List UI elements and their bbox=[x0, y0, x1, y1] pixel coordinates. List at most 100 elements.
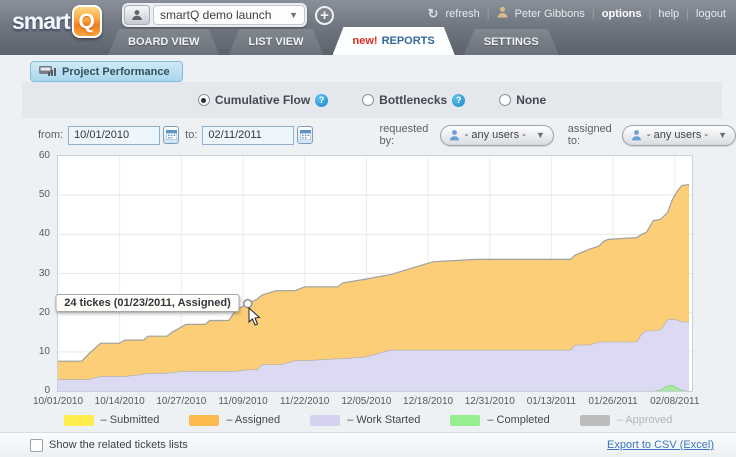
y-axis-label: 30 bbox=[0, 268, 50, 279]
mode-none[interactable]: None bbox=[499, 93, 546, 107]
tab-bar: BOARD VIEW LIST VIEW new!REPORTS SETTINGS bbox=[108, 27, 559, 55]
legend-item: – Submitted bbox=[64, 414, 160, 426]
y-axis-label: 40 bbox=[0, 228, 50, 239]
x-axis-label: 01/26/2011 bbox=[588, 396, 637, 407]
project-selector[interactable]: smartQ demo launch ▼ bbox=[122, 3, 307, 27]
related-tickets-checkbox[interactable] bbox=[30, 439, 43, 452]
refresh-link[interactable]: refresh bbox=[445, 8, 479, 20]
requested-by-label: requested by: bbox=[379, 123, 434, 147]
tab-reports[interactable]: new!REPORTS bbox=[333, 27, 455, 55]
radio-button[interactable] bbox=[499, 94, 511, 106]
logo-text: smart bbox=[12, 8, 70, 35]
help-link[interactable]: help bbox=[658, 8, 679, 20]
user-name-link[interactable]: Peter Gibbons bbox=[515, 8, 585, 20]
tab-label: BOARD VIEW bbox=[128, 36, 200, 48]
project-performance-label: Project Performance bbox=[62, 66, 170, 78]
report-icon bbox=[39, 64, 56, 80]
requested-by-dropdown[interactable]: - any users - ▼ bbox=[440, 125, 554, 146]
divider: | bbox=[649, 8, 652, 20]
chevron-down-icon: ▼ bbox=[536, 130, 545, 140]
assigned-to-value: - any users - bbox=[647, 129, 708, 141]
requested-by-value: - any users - bbox=[465, 129, 526, 141]
y-axis-label: 0 bbox=[0, 385, 50, 396]
legend-item: – Work Started bbox=[310, 414, 420, 426]
hover-point-marker bbox=[244, 300, 252, 308]
legend-label: – Assigned bbox=[226, 414, 280, 426]
x-axis-label: 10/27/2010 bbox=[156, 396, 206, 407]
y-axis-label: 50 bbox=[0, 189, 50, 200]
legend-item: – Completed bbox=[450, 414, 549, 426]
x-axis-label: 12/05/2010 bbox=[341, 396, 391, 407]
report-mode-band: Cumulative Flow?Bottlenecks?None bbox=[22, 82, 722, 118]
project-performance-button[interactable]: Project Performance bbox=[30, 61, 183, 82]
x-axis-label: 10/14/2010 bbox=[95, 396, 145, 407]
smartq-app: smart Q smartQ demo launch ▼ + ↻ refresh… bbox=[0, 0, 736, 457]
x-axis-label: 11/09/2010 bbox=[218, 396, 267, 407]
mode-label: None bbox=[516, 93, 546, 107]
project-dropdown[interactable]: smartQ demo launch ▼ bbox=[153, 5, 305, 25]
logout-link[interactable]: logout bbox=[696, 8, 726, 20]
from-label: from: bbox=[38, 129, 63, 141]
chart-tooltip: 24 tickes (01/23/2011, Assigned) bbox=[55, 294, 240, 312]
legend-swatch bbox=[64, 415, 94, 426]
chevron-down-icon: ▼ bbox=[289, 10, 298, 20]
legend-swatch bbox=[310, 415, 340, 426]
legend-label: – Work Started bbox=[347, 414, 420, 426]
to-date-input[interactable] bbox=[202, 126, 294, 145]
legend-item: – Approved bbox=[580, 414, 673, 426]
project-name: smartQ demo launch bbox=[160, 8, 271, 22]
mode-label: Cumulative Flow bbox=[215, 93, 310, 107]
tab-settings[interactable]: SETTINGS bbox=[464, 29, 559, 55]
radio-button[interactable] bbox=[198, 94, 210, 106]
export-csv-link[interactable]: Export to CSV (Excel) bbox=[607, 439, 714, 451]
tab-label: REPORTS bbox=[382, 35, 435, 47]
divider: | bbox=[592, 8, 595, 20]
legend-swatch bbox=[450, 415, 480, 426]
users-icon bbox=[449, 129, 460, 141]
chart-legend: – Submitted – Assigned – Work Started – Com… bbox=[0, 414, 736, 426]
divider: | bbox=[487, 8, 490, 20]
x-axis-label: 10/01/2010 bbox=[33, 396, 83, 407]
legend-label: – Approved bbox=[617, 414, 673, 426]
mode-label: Bottlenecks bbox=[379, 93, 447, 107]
add-project-button[interactable]: + bbox=[315, 6, 334, 25]
refresh-icon[interactable]: ↻ bbox=[428, 6, 439, 22]
tab-label: SETTINGS bbox=[484, 36, 539, 48]
tab-label: LIST VIEW bbox=[249, 36, 304, 48]
assigned-to-dropdown[interactable]: - any users - ▼ bbox=[622, 125, 736, 146]
tab-list-view[interactable]: LIST VIEW bbox=[229, 29, 324, 55]
legend-swatch bbox=[189, 415, 219, 426]
user-icon bbox=[497, 6, 508, 21]
y-axis-label: 20 bbox=[0, 307, 50, 318]
mode-bottlenecks[interactable]: Bottlenecks? bbox=[362, 93, 465, 107]
x-axis-label: 12/18/2010 bbox=[403, 396, 453, 407]
chevron-down-icon: ▼ bbox=[718, 130, 727, 140]
cumulative-flow-chart: 24 tickes (01/23/2011, Assigned) 0102030… bbox=[0, 153, 736, 413]
mode-cumulative-flow[interactable]: Cumulative Flow? bbox=[198, 93, 328, 107]
legend-label: – Completed bbox=[487, 414, 549, 426]
y-axis-label: 60 bbox=[0, 150, 50, 161]
from-date-input[interactable] bbox=[68, 126, 160, 145]
smartq-logo: smart Q bbox=[12, 5, 102, 38]
help-icon[interactable]: ? bbox=[315, 94, 328, 107]
related-tickets-label: Show the related tickets lists bbox=[49, 439, 188, 451]
from-calendar-icon[interactable] bbox=[163, 126, 179, 144]
divider: | bbox=[686, 8, 689, 20]
x-axis-label: 12/31/2010 bbox=[465, 396, 515, 407]
x-axis-label: 01/13/2011 bbox=[527, 396, 576, 407]
help-icon[interactable]: ? bbox=[452, 94, 465, 107]
options-link[interactable]: options bbox=[602, 8, 642, 20]
tab-board-view[interactable]: BOARD VIEW bbox=[108, 29, 220, 55]
filter-row: from: to: requested by: - any users - ▼ … bbox=[0, 122, 736, 148]
radio-button[interactable] bbox=[362, 94, 374, 106]
x-axis-label: 02/08/2011 bbox=[650, 396, 699, 407]
logo-q-badge: Q bbox=[72, 5, 102, 38]
chart-plot-area[interactable] bbox=[57, 155, 693, 392]
project-user-icon[interactable] bbox=[124, 5, 150, 25]
to-label: to: bbox=[185, 129, 197, 141]
to-calendar-icon[interactable] bbox=[297, 126, 313, 144]
legend-label: – Submitted bbox=[101, 414, 160, 426]
legend-swatch bbox=[580, 415, 610, 426]
tooltip-text: 24 tickes (01/23/2011, Assigned) bbox=[64, 297, 231, 309]
app-header: smart Q smartQ demo launch ▼ + ↻ refresh… bbox=[0, 0, 736, 55]
